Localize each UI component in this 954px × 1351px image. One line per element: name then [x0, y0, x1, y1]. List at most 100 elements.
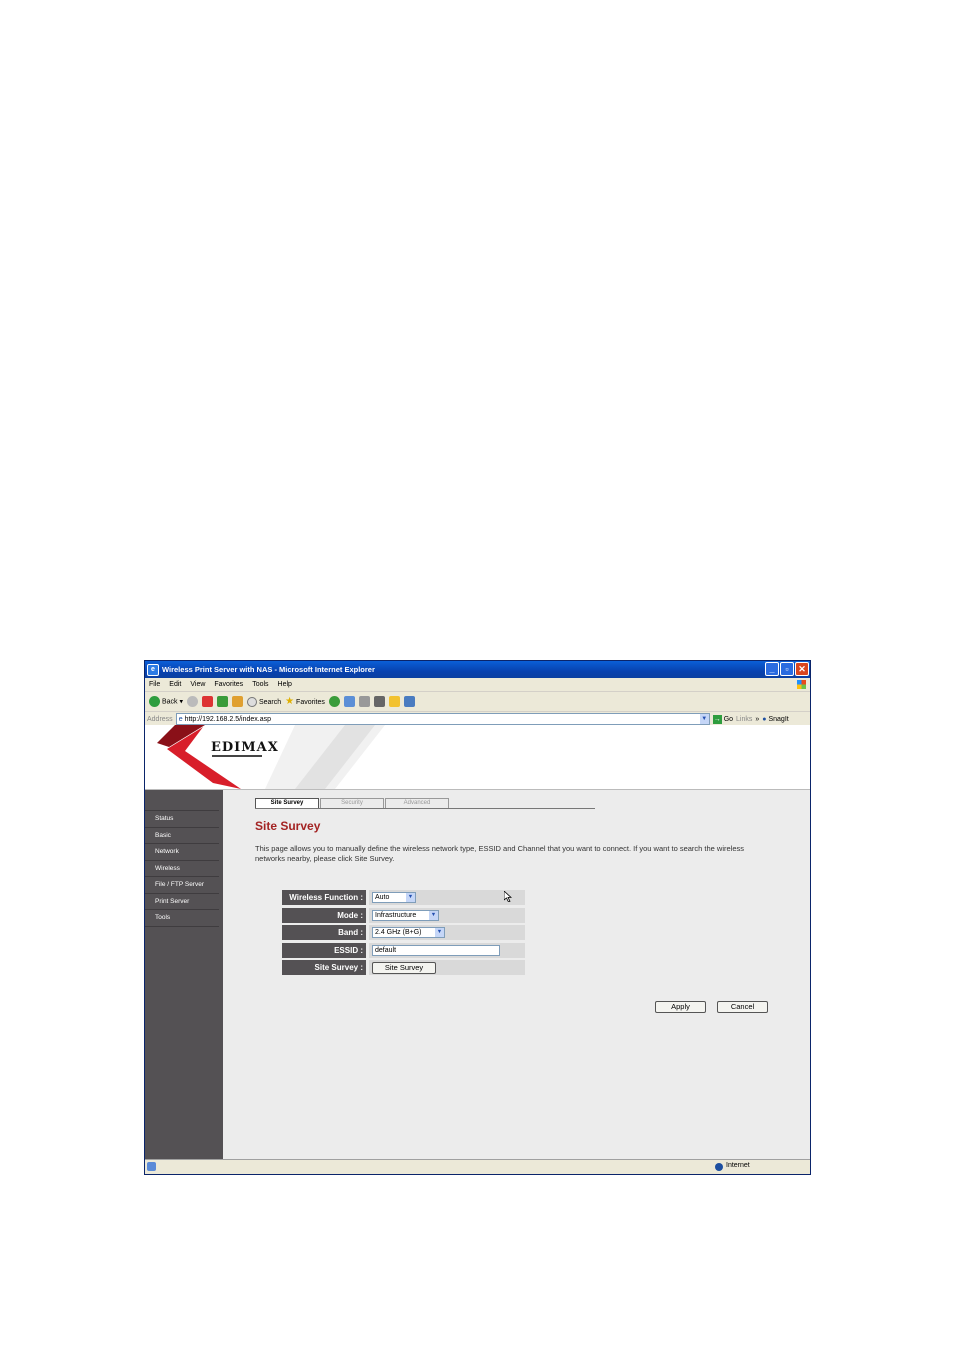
mode-label: Mode : — [282, 907, 366, 923]
chevron-down-icon: ▼ — [429, 910, 438, 920]
search-label: Search — [258, 698, 282, 706]
tab-advanced[interactable]: Advanced — [385, 798, 449, 808]
main-panel: Site Survey Security Advanced Site Surve… — [223, 790, 810, 1161]
browser-window: e Wireless Print Server with NAS - Micro… — [144, 660, 811, 1175]
row-band: Band : 2.4 GHz (B+G) ▼ — [282, 925, 525, 940]
search-icon — [246, 696, 257, 707]
sidebar-item-wireless[interactable]: Wireless — [145, 861, 219, 877]
address-label: Address — [147, 715, 173, 723]
snagit-button[interactable]: ● SnagIt — [762, 716, 788, 723]
sidebar-item-print-server[interactable]: Print Server — [145, 894, 219, 910]
tab-bar: Site Survey Security Advanced — [255, 798, 595, 809]
standard-toolbar: Back ▾ Search ★ Favorites — [145, 692, 810, 712]
tab-site-survey[interactable]: Site Survey — [255, 798, 319, 808]
row-essid: ESSID : default — [282, 942, 525, 958]
refresh-icon[interactable] — [216, 696, 228, 707]
essid-label: ESSID : — [282, 942, 366, 958]
snagit-label: SnagIt — [768, 715, 789, 723]
forward-icon[interactable] — [186, 696, 198, 707]
wireless-function-select[interactable]: Auto ▼ — [372, 892, 416, 903]
edit-icon[interactable] — [373, 696, 385, 707]
print-icon[interactable] — [358, 696, 370, 707]
window-title: Wireless Print Server with NAS - Microso… — [162, 665, 375, 674]
menu-edit[interactable]: Edit — [169, 681, 181, 688]
address-dropdown-icon[interactable]: ▼ — [699, 714, 709, 724]
band-value: 2.4 GHz (B+G) — [375, 929, 422, 936]
back-button[interactable]: Back ▾ — [149, 696, 183, 707]
favorites-star-icon: ★ — [285, 696, 295, 707]
chevron-down-icon: ▼ — [435, 928, 444, 937]
wireless-function-cell: Auto ▼ — [369, 890, 525, 905]
maximize-button[interactable]: ▫ — [780, 662, 794, 676]
band-select[interactable]: 2.4 GHz (B+G) ▼ — [372, 927, 445, 938]
stop-icon[interactable] — [201, 696, 213, 707]
site-survey-form: Wireless Function : Auto ▼ Mode : Infras… — [282, 890, 525, 978]
address-bar: Address e http://192.168.2.5/index.asp ▼… — [145, 712, 810, 726]
sidebar-spacer — [145, 790, 219, 811]
mail-icon[interactable] — [343, 696, 355, 707]
banner-graphic — [157, 725, 385, 789]
sidebar-item-basic[interactable]: Basic — [145, 828, 219, 844]
band-label: Band : — [282, 925, 366, 940]
edimax-logo: EDIMAX — [211, 740, 279, 755]
internet-zone-icon — [715, 1163, 723, 1171]
go-button[interactable]: → Go — [712, 714, 733, 724]
page-description: This page allows you to manually define … — [255, 844, 745, 863]
cancel-button[interactable]: Cancel — [717, 1001, 768, 1013]
edimax-banner: EDIMAX — [145, 725, 810, 790]
mode-value: Infrastructure — [375, 911, 417, 919]
mode-select[interactable]: Infrastructure ▼ — [372, 909, 439, 921]
menu-tools[interactable]: Tools — [252, 681, 268, 688]
wireless-function-label: Wireless Function : — [282, 890, 366, 905]
sidebar-item-network[interactable]: Network — [145, 844, 219, 861]
menu-favorites[interactable]: Favorites — [214, 681, 243, 688]
chevron-icon[interactable]: » — [755, 716, 759, 723]
security-zone: Internet — [726, 1162, 750, 1169]
page-content: EDIMAX Status Basic Network Wireless Fil… — [145, 725, 810, 1161]
home-icon[interactable] — [231, 696, 243, 707]
wireless-function-value: Auto — [375, 894, 390, 901]
sidebar-item-file-ftp-server[interactable]: File / FTP Server — [145, 877, 219, 894]
page-title: Site Survey — [255, 819, 321, 833]
title-bar[interactable]: e Wireless Print Server with NAS - Micro… — [145, 661, 810, 678]
apply-button[interactable]: Apply — [655, 1001, 706, 1013]
links-label[interactable]: Links — [736, 716, 752, 723]
address-url: http://192.168.2.5/index.asp — [184, 715, 271, 723]
address-input[interactable]: e http://192.168.2.5/index.asp ▼ — [175, 713, 710, 725]
favorites-button[interactable]: ★ Favorites — [285, 696, 325, 707]
site-survey-button[interactable]: Site Survey — [372, 961, 436, 974]
site-survey-cell: Site Survey — [369, 960, 525, 975]
chevron-down-icon: ▼ — [406, 893, 415, 902]
mouse-cursor-icon — [504, 891, 512, 902]
go-arrow-icon: → — [712, 714, 722, 724]
essid-input[interactable]: default — [372, 944, 500, 956]
sidebar-item-status[interactable]: Status — [145, 811, 219, 828]
sidebar: Status Basic Network Wireless File / FTP… — [145, 790, 223, 1161]
tab-security[interactable]: Security — [320, 798, 384, 808]
logo-underline — [212, 755, 262, 757]
menu-file[interactable]: File — [149, 681, 160, 688]
ie-icon: e — [147, 663, 159, 676]
status-bar: Internet — [145, 1159, 810, 1174]
back-label: Back — [161, 698, 178, 706]
back-arrow-icon — [149, 696, 160, 707]
menu-help[interactable]: Help — [278, 681, 292, 688]
menu-bar: File Edit View Favorites Tools Help — [145, 678, 810, 692]
essid-cell: default — [369, 942, 525, 958]
favorites-label: Favorites — [296, 699, 325, 706]
site-survey-label: Site Survey : — [282, 960, 366, 975]
menu-view[interactable]: View — [190, 681, 205, 688]
row-mode: Mode : Infrastructure ▼ — [282, 907, 525, 923]
windows-logo-icon — [797, 680, 806, 689]
messenger-icon[interactable] — [403, 696, 415, 707]
minimize-button[interactable]: _ — [765, 662, 779, 676]
folder-icon[interactable] — [388, 696, 400, 707]
search-button[interactable]: Search — [246, 696, 282, 707]
row-wireless-function: Wireless Function : Auto ▼ — [282, 890, 525, 905]
snagit-icon: ● — [762, 715, 767, 723]
window-controls: _ ▫ ✕ — [765, 662, 809, 676]
page-status-icon — [147, 1162, 156, 1171]
history-icon[interactable] — [328, 696, 340, 707]
close-button[interactable]: ✕ — [795, 662, 809, 676]
sidebar-item-tools[interactable]: Tools — [145, 910, 219, 927]
